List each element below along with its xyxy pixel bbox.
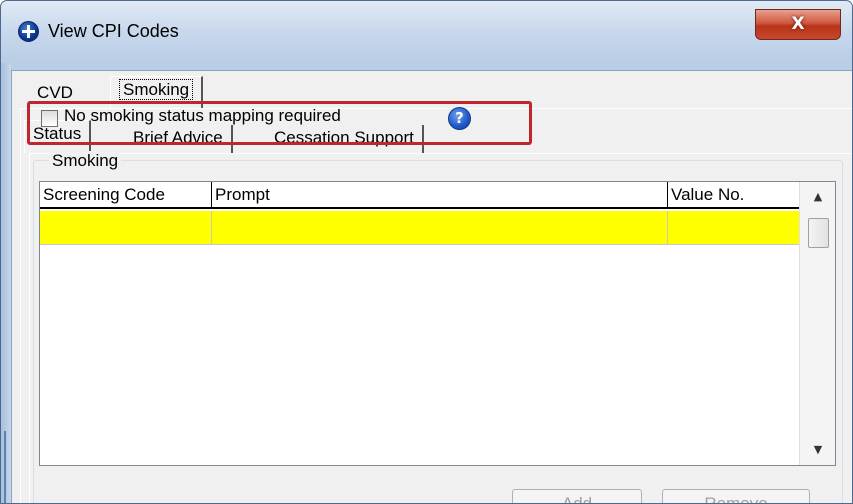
scroll-thumb[interactable] bbox=[808, 218, 829, 248]
column-header-screening-code[interactable]: Screening Code bbox=[40, 182, 212, 209]
smoking-group-title: Smoking bbox=[49, 151, 122, 171]
title-bar[interactable]: View CPI Codes X bbox=[1, 1, 852, 63]
grid-vertical-scrollbar[interactable]: ▲ ▼ bbox=[799, 182, 835, 465]
column-header-value-no[interactable]: Value No. bbox=[668, 182, 800, 209]
window-left-accent bbox=[4, 431, 6, 503]
no-mapping-checkbox[interactable] bbox=[41, 110, 58, 127]
remove-button[interactable]: Remove bbox=[662, 489, 810, 503]
cell-screening-code[interactable] bbox=[40, 211, 212, 245]
table-row[interactable] bbox=[40, 211, 800, 245]
help-icon[interactable]: ? bbox=[448, 107, 471, 130]
column-header-prompt[interactable]: Prompt bbox=[212, 182, 668, 209]
grid-header: Screening Code Prompt Value No. bbox=[40, 182, 800, 209]
cell-value-no[interactable] bbox=[668, 211, 800, 245]
add-button[interactable]: Add bbox=[512, 489, 642, 503]
close-button[interactable]: X bbox=[755, 9, 841, 40]
no-mapping-checkbox-label[interactable]: No smoking status mapping required bbox=[64, 106, 341, 126]
screening-code-grid[interactable]: Screening Code Prompt Value No. ▲ ▼ bbox=[39, 181, 836, 466]
scroll-up-arrow-icon[interactable]: ▲ bbox=[800, 182, 836, 212]
scroll-down-arrow-icon[interactable]: ▼ bbox=[800, 435, 836, 465]
cell-prompt[interactable] bbox=[212, 211, 668, 245]
tab-smoking-label: Smoking bbox=[119, 79, 194, 100]
app-cross-icon bbox=[18, 21, 39, 42]
window-title: View CPI Codes bbox=[48, 21, 179, 41]
window-left-border bbox=[1, 63, 11, 503]
dialog-window: View CPI Codes X CVD Smoking Status Brie… bbox=[0, 0, 853, 504]
